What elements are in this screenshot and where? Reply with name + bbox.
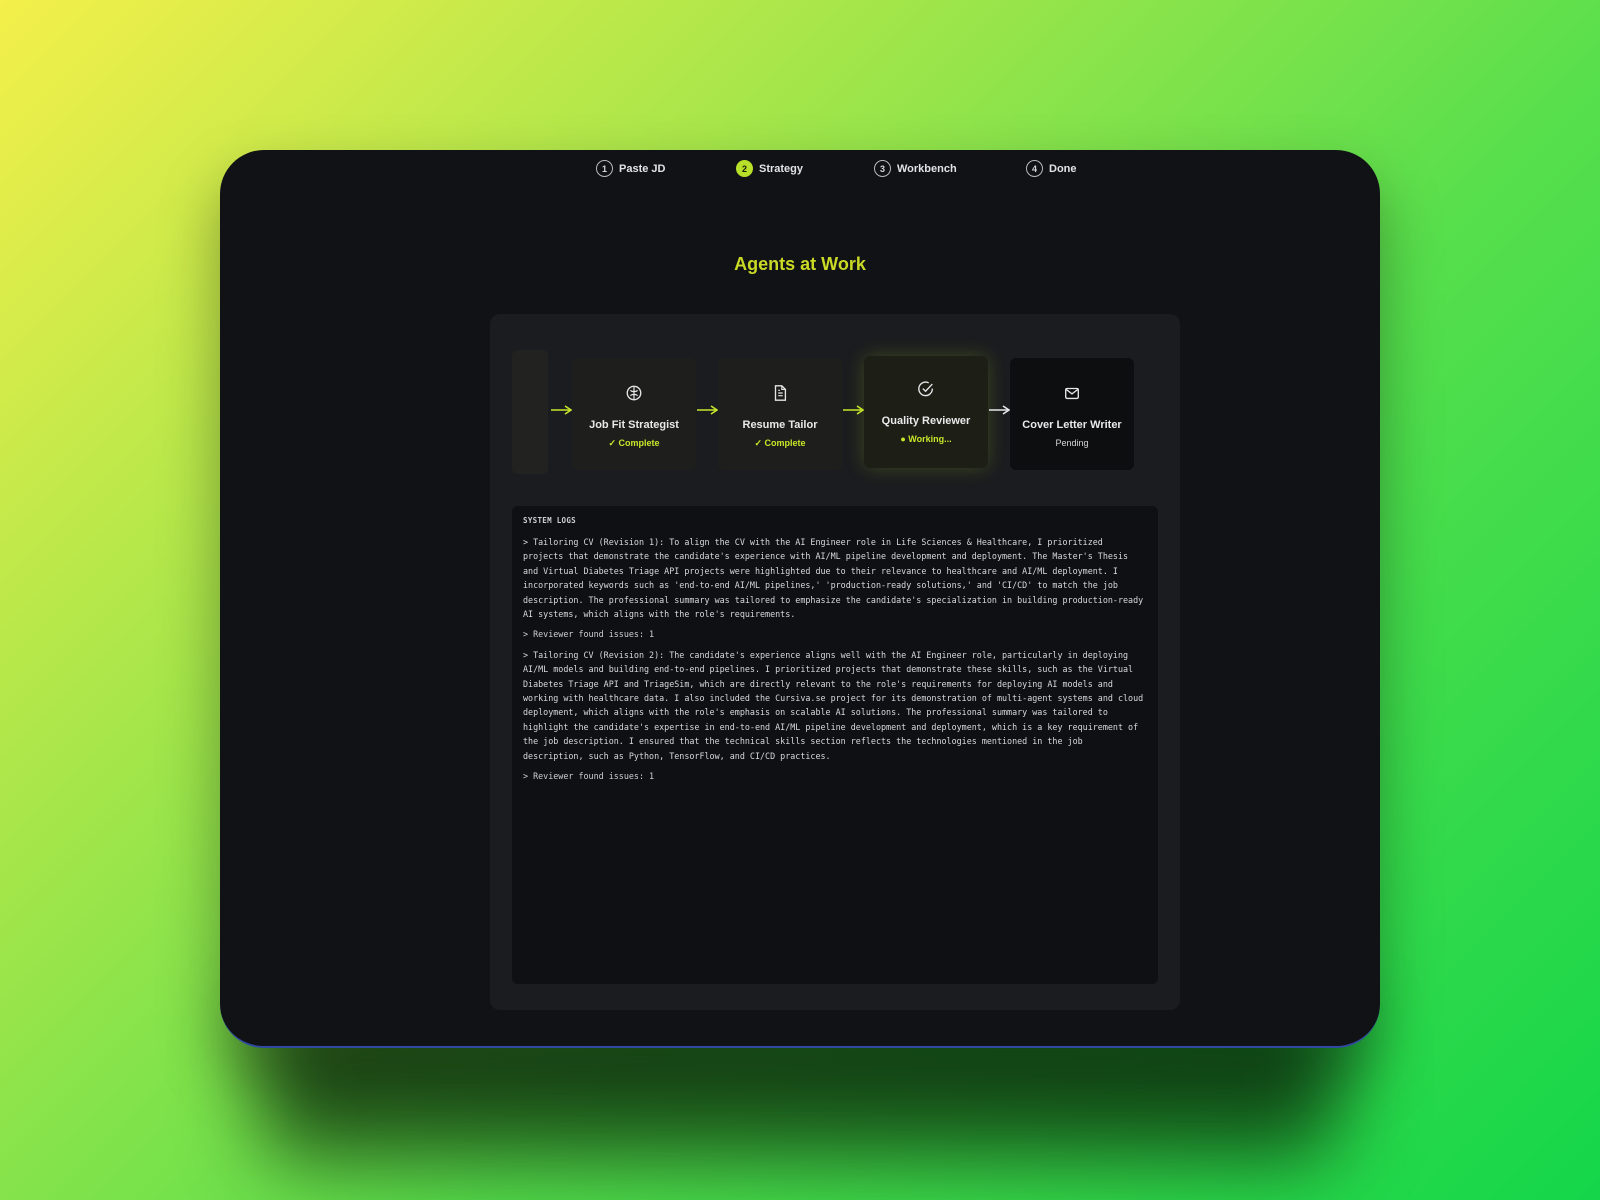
step-paste-jd[interactable]: 1 Paste JD — [596, 160, 665, 177]
step-workbench[interactable]: 3 Workbench — [874, 160, 957, 177]
agent-card-cover-letter-writer[interactable]: Cover Letter Writer Pending — [1010, 358, 1134, 470]
agent-status: ✓ Complete — [608, 438, 660, 448]
agent-card-quality-reviewer[interactable]: Quality Reviewer ● Working... — [864, 356, 988, 468]
system-logs[interactable]: SYSTEM LOGS > Tailoring CV (Revision 1):… — [512, 506, 1158, 984]
step-number: 2 — [736, 160, 753, 177]
step-done[interactable]: 4 Done — [1026, 160, 1077, 177]
agent-status: ✓ Complete — [754, 438, 806, 448]
step-number: 4 — [1026, 160, 1043, 177]
agent-card-previous — [512, 350, 548, 474]
agent-name: Resume Tailor — [742, 419, 818, 431]
agents-panel: Job Fit Strategist ✓ Complete Resume Tai… — [490, 314, 1180, 1010]
step-number: 1 — [596, 160, 613, 177]
brain-icon — [626, 385, 642, 401]
step-label: Strategy — [759, 162, 804, 175]
mail-icon — [1065, 387, 1079, 400]
logs-title: SYSTEM LOGS — [523, 516, 576, 525]
progress-stepper: 1 Paste JD 2 Strategy 3 Workbench 4 Done — [220, 160, 1380, 182]
log-entry: > Tailoring CV (Revision 1): To align th… — [523, 537, 1144, 620]
agent-name: Job Fit Strategist — [589, 419, 679, 431]
arrow-right-icon — [989, 405, 1011, 415]
agent-status: Pending — [1055, 438, 1089, 448]
document-icon — [774, 385, 787, 401]
log-entry: > Reviewer found issues: 1 — [523, 629, 655, 640]
agent-name: Cover Letter Writer — [1022, 419, 1122, 431]
check-circle-icon — [918, 381, 933, 397]
log-entry: > Tailoring CV (Revision 2): The candida… — [523, 649, 1144, 761]
step-number: 3 — [874, 160, 891, 177]
page-title: Agents at Work — [734, 254, 866, 274]
log-entry: > Reviewer found issues: 1 — [523, 771, 655, 782]
step-label: Done — [1049, 162, 1077, 175]
step-strategy[interactable]: 2 Strategy — [736, 160, 803, 177]
agent-status: ● Working... — [900, 434, 952, 444]
app-window: 1 Paste JD 2 Strategy 3 Workbench 4 Done… — [220, 150, 1380, 1048]
arrow-right-icon — [697, 405, 719, 415]
step-label: Paste JD — [619, 162, 666, 175]
agent-card-resume-tailor[interactable]: Resume Tailor ✓ Complete — [718, 358, 842, 470]
arrow-right-icon — [843, 405, 865, 415]
arrow-right-icon — [551, 405, 573, 415]
agent-name: Quality Reviewer — [881, 415, 971, 427]
agent-card-job-fit-strategist[interactable]: Job Fit Strategist ✓ Complete — [572, 358, 696, 470]
step-label: Workbench — [897, 162, 957, 175]
